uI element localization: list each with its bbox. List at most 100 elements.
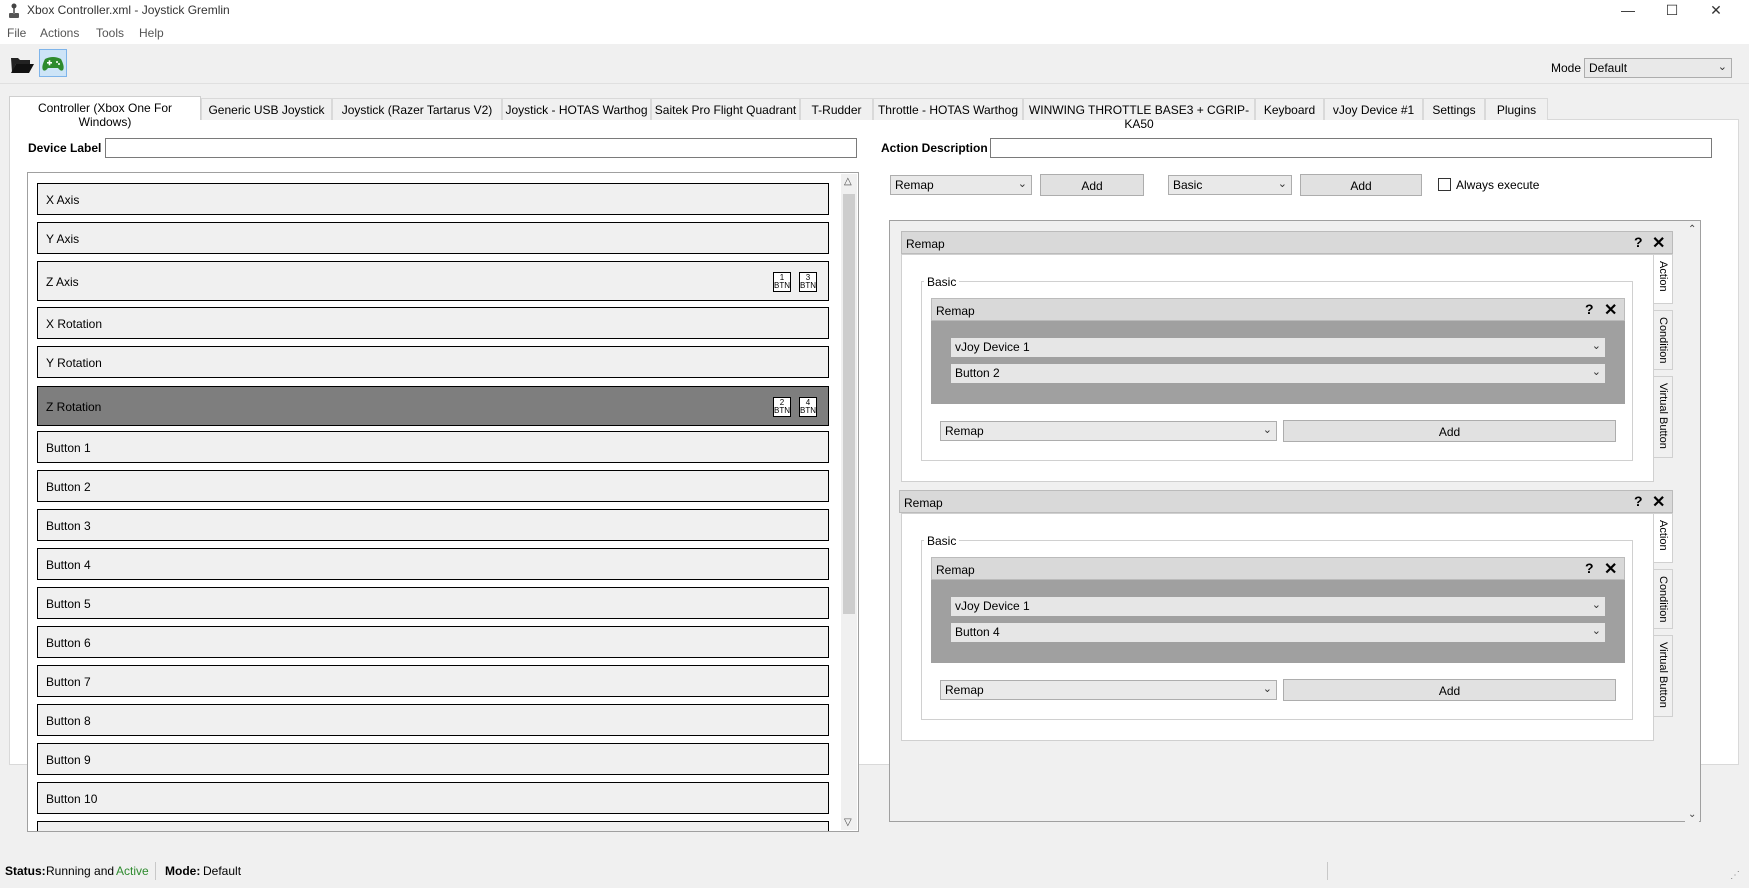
tab-plugins[interactable]: Plugins bbox=[1485, 98, 1548, 120]
input-item-button-7[interactable]: Button 7 bbox=[37, 665, 829, 697]
container-header: Remap ? ✕ bbox=[901, 231, 1673, 254]
tab-controller-xbox[interactable]: Controller (Xbox One For Windows) bbox=[9, 96, 201, 129]
tab-razer-tartarus[interactable]: Joystick (Razer Tartarus V2) bbox=[332, 98, 502, 120]
chevron-down-icon: ⌄ bbox=[1262, 424, 1272, 436]
input-item-partial[interactable] bbox=[37, 821, 829, 831]
vjoy-device-select[interactable]: vJoy Device 1 ⌄ bbox=[951, 338, 1605, 357]
scroll-down-icon[interactable]: ⌄ bbox=[1688, 809, 1696, 820]
menu-help[interactable]: Help bbox=[139, 26, 164, 40]
input-item-button-2[interactable]: Button 2 bbox=[37, 470, 829, 502]
vtab-condition[interactable]: Condition bbox=[1653, 569, 1673, 629]
maximize-button[interactable]: ☐ bbox=[1650, 0, 1694, 22]
help-icon[interactable]: ? bbox=[1634, 493, 1643, 509]
vtab-action[interactable]: Action bbox=[1653, 513, 1673, 563]
action-area-scrollbar[interactable]: ⌃ ⌄ bbox=[1685, 222, 1699, 822]
always-execute-checkbox[interactable] bbox=[1438, 178, 1451, 191]
status-bar: Status: Running and Active Mode: Default… bbox=[0, 858, 1749, 888]
scroll-down-icon[interactable]: ▽ bbox=[844, 817, 852, 828]
menu-bar: File Actions Tools Help bbox=[0, 22, 1749, 44]
help-icon[interactable]: ? bbox=[1585, 560, 1594, 576]
menu-actions[interactable]: Actions bbox=[40, 26, 79, 40]
action-type-select[interactable]: Remap ⌄ bbox=[890, 175, 1032, 195]
tab-settings[interactable]: Settings bbox=[1423, 98, 1485, 120]
close-icon[interactable]: ✕ bbox=[1652, 492, 1665, 512]
input-item-y-axis[interactable]: Y Axis bbox=[37, 222, 829, 254]
activate-gamepad-button[interactable] bbox=[39, 49, 67, 77]
chevron-down-icon: ⌄ bbox=[1277, 178, 1287, 190]
mode-select[interactable]: Default ⌄ bbox=[1584, 58, 1732, 78]
remap-action-header: Remap ? ✕ bbox=[931, 298, 1625, 321]
status-mode-value: Default bbox=[203, 864, 242, 878]
status-label: Status: bbox=[5, 864, 46, 878]
vtab-action[interactable]: Action bbox=[1653, 254, 1673, 304]
tab-hotas-warthog-joystick[interactable]: Joystick - HOTAS Warthog bbox=[502, 98, 651, 120]
device-label-input[interactable] bbox=[105, 138, 857, 158]
action-description-input[interactable] bbox=[990, 138, 1712, 158]
help-icon[interactable]: ? bbox=[1634, 234, 1643, 250]
input-item-button-10[interactable]: Button 10 bbox=[37, 782, 829, 814]
input-item-z-rotation[interactable]: Z Rotation 2 BTN 4 BTN bbox=[37, 386, 829, 426]
vjoy-button-select[interactable]: Button 4 ⌄ bbox=[951, 623, 1605, 642]
help-icon[interactable]: ? bbox=[1585, 301, 1594, 317]
window-title: Xbox Controller.xml - Joystick Gremlin bbox=[27, 3, 230, 17]
vjoy-button-select[interactable]: Button 2 ⌄ bbox=[951, 364, 1605, 383]
vtab-label: Condition bbox=[1657, 317, 1669, 364]
container-body: Basic Remap ? ✕ vJoy Device 1 ⌄ Button 2… bbox=[901, 254, 1654, 482]
input-item-label: Z Rotation bbox=[46, 400, 102, 414]
tab-generic-usb-joystick[interactable]: Generic USB Joystick bbox=[201, 98, 332, 120]
close-window-button[interactable]: ✕ bbox=[1694, 0, 1738, 22]
input-item-button-9[interactable]: Button 9 bbox=[37, 743, 829, 775]
status-active: Active bbox=[116, 864, 149, 878]
add-action-button[interactable]: Add bbox=[1283, 420, 1616, 442]
input-item-z-axis[interactable]: Z Axis 1 BTN 3 BTN bbox=[37, 261, 829, 301]
input-list-scrollbar[interactable]: △ ▽ bbox=[841, 174, 857, 830]
scroll-up-icon[interactable]: ⌃ bbox=[1688, 224, 1696, 235]
chevron-down-icon: ⌄ bbox=[1591, 340, 1601, 352]
group-title: Basic bbox=[924, 534, 960, 548]
vtab-virtual-button[interactable]: Virtual Button bbox=[1653, 635, 1673, 717]
tab-t-rudder[interactable]: T-Rudder bbox=[800, 98, 873, 120]
input-item-x-rotation[interactable]: X Rotation bbox=[37, 307, 829, 339]
input-item-y-rotation[interactable]: Y Rotation bbox=[37, 346, 829, 378]
vtab-label: Action bbox=[1657, 520, 1669, 551]
tab-winwing-throttle[interactable]: WINWING THROTTLE BASE3 + CGRIP-KA50 bbox=[1023, 98, 1255, 131]
resize-grip-icon[interactable]: ⋰ bbox=[1730, 870, 1740, 881]
add-action-type-select[interactable]: Remap ⌄ bbox=[940, 421, 1277, 441]
close-icon[interactable]: ✕ bbox=[1604, 559, 1617, 579]
add-action-type-select[interactable]: Remap ⌄ bbox=[940, 680, 1277, 700]
always-execute-label: Always execute bbox=[1456, 178, 1540, 192]
tab-hotas-warthog-throttle[interactable]: Throttle - HOTAS Warthog bbox=[873, 98, 1023, 120]
tab-saitek-quadrant[interactable]: Saitek Pro Flight Quadrant bbox=[651, 98, 800, 120]
open-profile-button[interactable] bbox=[8, 49, 36, 77]
input-item-button-3[interactable]: Button 3 bbox=[37, 509, 829, 541]
close-icon[interactable]: ✕ bbox=[1652, 233, 1665, 253]
input-item-button-8[interactable]: Button 8 bbox=[37, 704, 829, 736]
input-item-x-axis[interactable]: X Axis bbox=[37, 183, 829, 215]
remap-action-header: Remap ? ✕ bbox=[931, 557, 1625, 580]
chevron-down-icon: ⌄ bbox=[1591, 599, 1601, 611]
vtab-label: Action bbox=[1657, 261, 1669, 292]
menu-tools[interactable]: Tools bbox=[96, 26, 124, 40]
container-type-select[interactable]: Basic ⌄ bbox=[1168, 175, 1292, 195]
minimize-button[interactable]: — bbox=[1606, 0, 1650, 22]
menu-file[interactable]: File bbox=[7, 26, 26, 40]
input-item-button-4[interactable]: Button 4 bbox=[37, 548, 829, 580]
scroll-up-icon[interactable]: △ bbox=[844, 176, 852, 187]
input-item-label: Button 3 bbox=[46, 519, 91, 533]
container-type-value: Basic bbox=[1173, 178, 1203, 192]
close-icon[interactable]: ✕ bbox=[1604, 300, 1617, 320]
vtab-virtual-button[interactable]: Virtual Button bbox=[1653, 376, 1673, 458]
add-action-button[interactable]: Add bbox=[1283, 679, 1616, 701]
btn-link-badge: 4 BTN bbox=[799, 397, 817, 417]
tab-vjoy-device-1[interactable]: vJoy Device #1 bbox=[1324, 98, 1423, 120]
vjoy-device-select[interactable]: vJoy Device 1 ⌄ bbox=[951, 597, 1605, 616]
input-item-button-1[interactable]: Button 1 bbox=[37, 431, 829, 463]
vtab-condition[interactable]: Condition bbox=[1653, 310, 1673, 370]
input-item-button-5[interactable]: Button 5 bbox=[37, 587, 829, 619]
add-container-button[interactable]: Add bbox=[1300, 174, 1422, 196]
tab-keyboard[interactable]: Keyboard bbox=[1255, 98, 1324, 120]
scrollbar-thumb[interactable] bbox=[843, 194, 855, 614]
remap-action-title: Remap bbox=[936, 304, 975, 318]
add-action-button[interactable]: Add bbox=[1040, 174, 1144, 196]
input-item-button-6[interactable]: Button 6 bbox=[37, 626, 829, 658]
